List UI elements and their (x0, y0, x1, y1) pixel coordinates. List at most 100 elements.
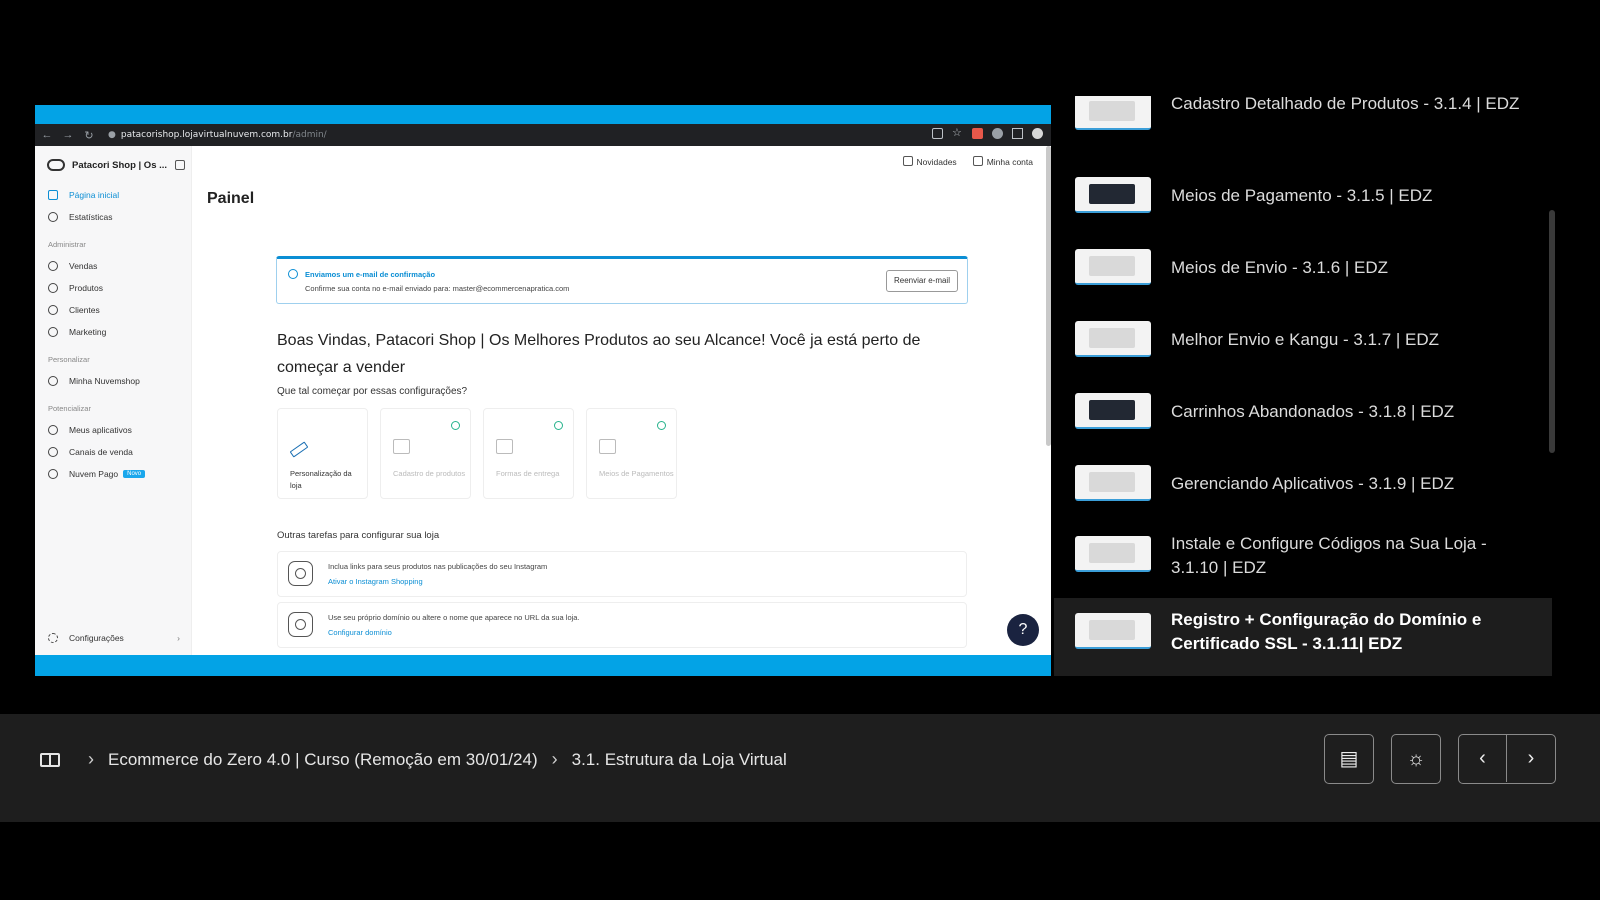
playlist-item[interactable]: Carrinhos Abandonados - 3.1.8 | EDZ (1054, 377, 1552, 447)
lesson-title: Melhor Envio e Kangu - 3.1.7 | EDZ (1171, 330, 1440, 349)
playlist-item[interactable]: Registro + Configuração do Domínio e Cer… (1054, 598, 1552, 676)
page-scrollbar (1046, 146, 1051, 446)
truck-icon (496, 439, 513, 454)
setup-card: Personalização da loja (277, 408, 368, 499)
lesson-nav: ‹ › (1458, 734, 1556, 784)
url-host: patacorishop.lojavirtualnuvem.com.br (120, 130, 293, 140)
playlist-item[interactable]: Cadastro Detalhado de Produtos - 3.1.4 |… (1054, 96, 1552, 154)
chevron-right-icon: › (551, 749, 558, 769)
apps-icon (48, 425, 58, 435)
instagram-icon (288, 561, 313, 586)
welcome-message: Boas Vindas, Patacori Shop | Os Melhores… (277, 332, 921, 376)
sidebar-item-label: Marketing (69, 327, 107, 337)
sidebar-item-nuvem-pago: Nuvem Pago Novo (35, 463, 191, 485)
previous-lesson-button[interactable]: ‹ (1459, 735, 1507, 782)
share-icon (932, 128, 943, 139)
lesson-title: Meios de Envio - 3.1.6 | EDZ (1171, 258, 1389, 277)
video-player[interactable]: ← → ↻ ● patacorishop.lojavirtualnuvem.com… (35, 105, 1051, 676)
setup-card-label: Meios de Pagamentos (599, 469, 674, 478)
sidebar-item-label: Nuvem Pago (69, 469, 119, 479)
layout-button[interactable]: ▤ (1324, 734, 1374, 784)
other-tasks-title: Outras tarefas para configurar sua loja (277, 530, 440, 541)
setup-card: Meios de Pagamentos (586, 408, 677, 499)
sidebar-item-label: Vendas (69, 261, 98, 271)
task-text: Inclua links para seus produtos nas publ… (328, 562, 548, 571)
lesson-thumbnail (1075, 613, 1151, 649)
lesson-thumbnail (1075, 393, 1151, 429)
help-button: ? (1007, 614, 1039, 646)
lesson-thumbnail (1075, 465, 1151, 501)
forward-icon: → (62, 129, 74, 141)
lightbulb-button[interactable]: ☼ (1391, 734, 1441, 784)
chevron-right-icon: › (177, 633, 180, 643)
notice-title: Enviamos um e-mail de confirmação (305, 270, 436, 279)
playlist-item[interactable]: Meios de Pagamento - 3.1.5 | EDZ (1054, 161, 1552, 231)
lesson-thumbnail (1075, 536, 1151, 572)
chevron-right-icon: › (88, 749, 94, 769)
lesson-thumbnail (1075, 321, 1151, 357)
store-name: Patacori Shop | Os ... (72, 159, 168, 171)
tag-icon (48, 283, 58, 293)
sidebar-item-p-gina-inicial: Página inicial (35, 184, 191, 206)
minha-conta-link: Minha conta (973, 156, 1033, 167)
playlist-item[interactable]: Meios de Envio - 3.1.6 | EDZ (1054, 233, 1552, 303)
next-lesson-button[interactable]: › (1507, 735, 1555, 782)
lesson-title: Gerenciando Aplicativos - 3.1.9 | EDZ (1171, 474, 1455, 493)
lesson-title: Cadastro Detalhado de Produtos - 3.1.4 |… (1171, 96, 1520, 113)
users-icon (48, 305, 58, 315)
setup-card-label: Formas de entrega (496, 469, 560, 478)
breadcrumb-module[interactable]: 3.1. Estrutura da Loja Virtual (572, 750, 787, 770)
sidebar-item-label: Canais de venda (69, 447, 133, 457)
check-icon (451, 421, 460, 430)
bottom-bar: › Ecommerce do Zero 4.0 | Curso (Remoção… (0, 714, 1600, 822)
breadcrumb: › Ecommerce do Zero 4.0 | Curso (Remoção… (40, 749, 787, 770)
playlist-scrollbar[interactable] (1549, 210, 1555, 453)
setup-question: Que tal começar por essas configurações? (277, 386, 468, 397)
top-links: Novidades Minha conta (903, 156, 1033, 167)
setup-cards: Personalização da loja Cadastro de produt… (277, 408, 677, 499)
new-badge: Novo (123, 470, 146, 478)
sidebar-item-label: Estatísticas (69, 212, 113, 222)
target-icon (48, 327, 58, 337)
lesson-thumbnail (1075, 249, 1151, 285)
sidepanel-icon (1012, 128, 1023, 139)
check-icon (657, 421, 666, 430)
admin-page: Patacori Shop | Os ... Página inicial Est… (35, 146, 1051, 655)
setup-card-label: Cadastro de produtos (393, 469, 466, 478)
www-icon (288, 612, 313, 637)
share-icon (48, 447, 58, 457)
sidebar-item-label: Configurações (69, 633, 124, 643)
lesson-title: Carrinhos Abandonados - 3.1.8 | EDZ (1171, 402, 1455, 421)
url-text: ● patacorishop.lojavirtualnuvem.com.br/ad… (108, 130, 327, 140)
nuvem-icon (48, 469, 58, 479)
setup-card-label: Personalização da loja (290, 469, 352, 490)
task-link: Configurar domínio (328, 628, 392, 637)
breadcrumb-course[interactable]: Ecommerce do Zero 4.0 | Curso (Remoção e… (108, 750, 538, 770)
sidebar-item-produtos: Produtos (35, 277, 191, 299)
sidebar-item-label: Clientes (69, 305, 100, 315)
info-icon (288, 269, 298, 279)
profile-avatar-icon (1032, 128, 1043, 139)
chart-icon (48, 212, 58, 222)
store-header: Patacori Shop | Os ... (35, 146, 191, 184)
sidebar-item-estat-sticas: Estatísticas (35, 206, 191, 228)
task-domain: Use seu próprio domínio ou altere o nome… (277, 602, 967, 648)
playlist-item[interactable]: Instale e Configure Códigos na Sua Loja … (1054, 521, 1552, 591)
lock-icon: ● (108, 130, 116, 140)
url-path: /admin/ (292, 130, 327, 140)
layout-icon: ▤ (1339, 748, 1359, 770)
sidebar-item-label: Meus aplicativos (69, 425, 132, 435)
brush-icon (48, 376, 58, 386)
book-icon[interactable] (40, 752, 60, 767)
dollar-icon (48, 261, 58, 271)
nuvemshop-logo-icon (47, 159, 65, 171)
playlist-item[interactable]: Melhor Envio e Kangu - 3.1.7 | EDZ (1054, 305, 1552, 375)
reload-icon: ↻ (84, 129, 94, 142)
sidebar-item-label: Minha Nuvemshop (69, 376, 140, 386)
sidebar-section-title: Administrar (48, 240, 86, 249)
playlist-item[interactable]: Gerenciando Aplicativos - 3.1.9 | EDZ (1054, 449, 1552, 519)
sidebar-item-meus-aplicativos: Meus aplicativos (35, 419, 191, 441)
task-link: Ativar o Instagram Shopping (328, 577, 423, 586)
gear-icon (48, 633, 58, 643)
extension-icon (972, 128, 983, 139)
